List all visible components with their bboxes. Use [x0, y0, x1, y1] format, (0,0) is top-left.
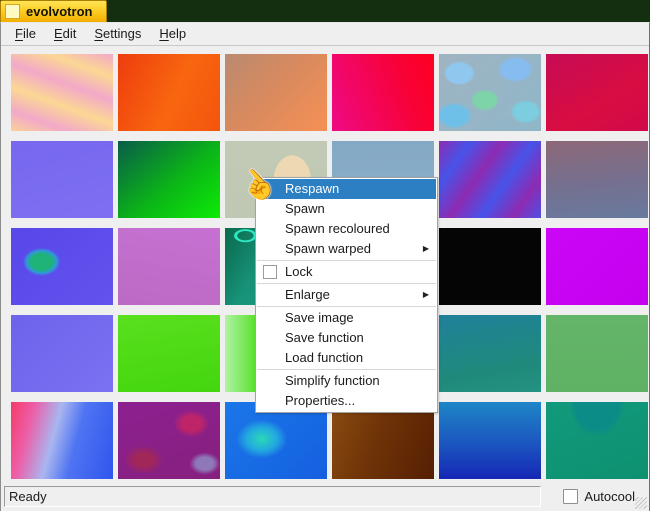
menu-separator — [257, 306, 436, 307]
window-icon — [5, 4, 20, 19]
menubar-item-label: elp — [168, 26, 187, 41]
thumbnail-r2c5-blue-purple-diagonal-stripes[interactable] — [439, 141, 541, 218]
menu-item-label: Properties... — [285, 393, 356, 408]
thumbnail-r1c2-orange-red-gradient[interactable] — [118, 54, 220, 131]
submenu-arrow-icon: ▶ — [422, 244, 429, 253]
desktop-background: evolvotron — [0, 0, 650, 22]
menu-item-save-function[interactable]: Save function — [257, 328, 436, 348]
window-title-tab[interactable]: evolvotron — [0, 0, 107, 22]
thumbnail-r3c6-bright-magenta[interactable] — [546, 228, 648, 305]
autocool-checkbox[interactable] — [563, 489, 579, 504]
menubar-item-label: ile — [22, 26, 36, 41]
menu-item-save-image[interactable]: Save image — [257, 308, 436, 328]
menubar-item-mnemonic: E — [53, 26, 63, 41]
statusbar: Ready Autocool — [1, 482, 649, 511]
thumbnail-r5c2-purple-magenta-mottled[interactable] — [118, 402, 220, 479]
menu-separator — [257, 369, 436, 370]
thumbnail-r3c5-black[interactable] — [439, 228, 541, 305]
menu-item-properties[interactable]: Properties... — [257, 391, 436, 411]
thumbnail-r4c2-chartreuse-green[interactable] — [118, 315, 220, 392]
lock-checkbox[interactable] — [263, 265, 277, 279]
thumbnail-r5c4-brown-gradient[interactable] — [332, 402, 434, 479]
thumbnail-r4c5-teal-gradient[interactable] — [439, 315, 541, 392]
menubar-item-edit[interactable]: Edit — [45, 24, 85, 44]
menu-separator — [257, 260, 436, 261]
menu-item-spawn[interactable]: Spawn — [257, 199, 436, 219]
menubar-item-mnemonic: F — [15, 26, 23, 41]
thumbnail-r3c2-orchid-gradient[interactable] — [118, 228, 220, 305]
menu-item-label: Spawn — [285, 201, 325, 216]
autocool-label: Autocool — [584, 489, 635, 504]
menu-item-label: Enlarge — [285, 287, 330, 302]
thumbnail-r4c1-periwinkle-blue[interactable] — [11, 315, 113, 392]
menu-item-enlarge[interactable]: Enlarge ▶ — [257, 285, 436, 305]
menubar-item-help[interactable]: Help — [150, 24, 195, 44]
thumbnail-r5c6-emerald-with-teal-dome[interactable] — [546, 402, 648, 479]
evolvotron-window: evolvotron File Edit Settings Help Ready Au… — [0, 0, 650, 511]
thumbnail-r2c6-mauve-slate-gradient[interactable] — [546, 141, 648, 218]
menu-item-simplify-function[interactable]: Simplify function — [257, 371, 436, 391]
thumbnail-r1c4-magenta-red-gradient[interactable] — [332, 54, 434, 131]
thumbnail-r4c6-medium-green[interactable] — [546, 315, 648, 392]
menubar-item-label: dit — [62, 26, 77, 41]
menu-item-load-function[interactable]: Load function — [257, 348, 436, 368]
thumbnail-r1c6-crimson-gradient[interactable] — [546, 54, 648, 131]
menubar: File Edit Settings Help — [1, 23, 649, 46]
thumbnail-r5c1-pink-to-blue-swirl[interactable] — [11, 402, 113, 479]
thumbnail-r3c1-blue-violet-with-green-blob[interactable] — [11, 228, 113, 305]
menubar-item-settings[interactable]: Settings — [85, 24, 150, 44]
menu-item-spawn-recoloured[interactable]: Spawn recoloured — [257, 219, 436, 239]
menubar-item-mnemonic: S — [94, 26, 104, 41]
menu-item-label: Respawn — [285, 181, 340, 196]
thumbnail-r2c2-dark-to-bright-green-gradient[interactable] — [118, 141, 220, 218]
menu-item-label: Simplify function — [285, 373, 380, 388]
thumbnail-r5c3-blue-with-cyan-glow[interactable] — [225, 402, 327, 479]
window-title: evolvotron — [26, 4, 93, 19]
menu-item-label: Spawn warped — [285, 241, 371, 256]
menubar-item-file[interactable]: File — [6, 24, 45, 44]
menu-item-label: Lock — [285, 264, 313, 279]
menu-item-lock[interactable]: Lock — [257, 262, 436, 282]
menu-item-label: Spawn recoloured — [285, 221, 390, 236]
menu-item-label: Save function — [285, 330, 364, 345]
status-message: Ready — [9, 489, 47, 504]
autocool-control[interactable]: Autocool — [563, 489, 635, 504]
thumbnail-r1c5-blue-green-mottled-pattern[interactable] — [439, 54, 541, 131]
resize-grip[interactable] — [635, 497, 647, 509]
menubar-item-label: ettings — [103, 26, 142, 41]
submenu-arrow-icon: ▶ — [422, 290, 429, 299]
menu-item-spawn-warped[interactable]: Spawn warped ▶ — [257, 239, 436, 259]
thumbnail-r1c3-tan-salmon-gradient[interactable] — [225, 54, 327, 131]
thumbnail-r2c1-periwinkle-violet[interactable] — [11, 141, 113, 218]
menubar-item-mnemonic: H — [159, 26, 169, 41]
menu-item-label: Load function — [285, 350, 364, 365]
context-menu: Respawn Spawn Spawn recoloured Spawn warped… — [255, 177, 438, 413]
menu-item-label: Save image — [285, 310, 354, 325]
menu-separator — [257, 283, 436, 284]
thumbnail-r5c5-sky-to-deep-blue-gradient[interactable] — [439, 402, 541, 479]
thumbnail-r1c1-peach-pink-diagonal-stripes[interactable] — [11, 54, 113, 131]
menu-item-respawn[interactable]: Respawn — [257, 179, 436, 199]
status-message-panel: Ready — [4, 486, 542, 507]
